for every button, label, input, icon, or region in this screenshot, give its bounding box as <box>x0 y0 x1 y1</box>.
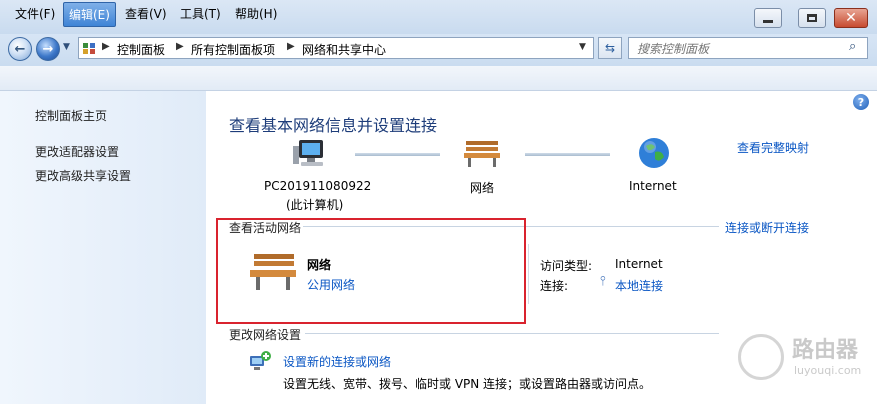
breadcrumb-all-items[interactable]: 所有控制面板项 <box>191 41 275 58</box>
breadcrumb-control-panel[interactable]: 控制面板 <box>117 41 165 58</box>
help-icon[interactable]: ? <box>853 94 869 110</box>
address-dropdown-icon[interactable]: ▼ <box>579 42 586 52</box>
search-icon[interactable]: ⌕ <box>849 39 856 54</box>
refresh-button[interactable]: ⇆ <box>598 37 622 59</box>
highlight-box <box>216 218 526 324</box>
breadcrumb-separator-icon: ▶ <box>102 41 110 52</box>
watermark-site: luyouqi.com <box>794 364 862 377</box>
address-bar[interactable]: ▶ 控制面板 ▶ 所有控制面板项 ▶ 网络和共享中心 ▼ <box>78 37 594 59</box>
network-bench-icon[interactable] <box>463 138 501 168</box>
back-button[interactable]: ← <box>8 37 32 61</box>
search-input[interactable] <box>635 40 839 58</box>
watermark-brand: 路由器 <box>792 338 859 363</box>
computer-note: (此计算机) <box>286 198 344 212</box>
close-icon: ✕ <box>845 10 857 26</box>
breadcrumb-network-center[interactable]: 网络和共享中心 <box>302 41 386 58</box>
map-internet-label: Internet <box>629 179 677 193</box>
local-connection-link[interactable]: 本地连接 <box>615 277 663 294</box>
setup-description: 设置无线、宽带、拨号、临时或 VPN 连接；或设置路由器或访问点。 <box>283 377 652 391</box>
maximize-icon <box>807 14 817 22</box>
left-navigation-pane <box>0 91 206 404</box>
view-full-map-link[interactable]: 查看完整映射 <box>737 139 809 156</box>
section-divider <box>305 333 719 334</box>
menu-edit[interactable]: 编辑(E) <box>63 2 116 27</box>
map-network-label: 网络 <box>470 181 495 195</box>
map-connection-line <box>525 153 610 156</box>
forward-arrow-icon: → <box>42 41 54 57</box>
refresh-icon: ⇆ <box>604 41 616 55</box>
history-dropdown-icon[interactable]: ▼ <box>63 42 70 52</box>
back-arrow-icon: ← <box>14 41 26 57</box>
sidebar-item-adapter-settings[interactable]: 更改适配器设置 <box>35 143 119 160</box>
minimize-icon <box>763 19 773 23</box>
search-box[interactable]: ⌕ <box>628 37 868 59</box>
watermark: 路由器 luyouqi.com <box>738 330 868 386</box>
close-button[interactable]: ✕ <box>834 8 868 28</box>
control-panel-icon <box>82 41 96 55</box>
vertical-divider <box>528 244 529 304</box>
connect-disconnect-link[interactable]: 连接或断开连接 <box>725 219 809 236</box>
ethernet-icon: ⫯ <box>600 274 606 289</box>
router-logo-icon <box>738 334 784 380</box>
menu-help[interactable]: 帮助(H) <box>235 5 277 22</box>
setup-new-connection-link[interactable]: 设置新的连接或网络 <box>283 353 391 370</box>
forward-button[interactable]: → <box>36 37 60 61</box>
access-type-value: Internet <box>615 257 663 271</box>
menu-tools[interactable]: 工具(T) <box>180 5 221 22</box>
internet-globe-icon[interactable] <box>638 137 670 169</box>
connection-label: 连接: <box>540 279 569 293</box>
new-connection-icon <box>248 350 272 374</box>
page-title: 查看基本网络信息并设置连接 <box>229 116 438 135</box>
change-settings-heading: 更改网络设置 <box>229 328 302 342</box>
menu-view[interactable]: 查看(V) <box>125 5 167 22</box>
breadcrumb-separator-icon: ▶ <box>176 41 184 52</box>
sidebar-item-control-panel-home[interactable]: 控制面板主页 <box>35 107 107 124</box>
maximize-button[interactable] <box>798 8 826 28</box>
map-connection-line <box>355 153 440 156</box>
breadcrumb-separator-icon: ▶ <box>287 41 295 52</box>
menu-file[interactable]: 文件(F) <box>15 5 55 22</box>
menu-bar <box>0 66 877 91</box>
access-type-label: 访问类型: <box>540 259 593 273</box>
computer-icon[interactable] <box>293 138 331 170</box>
sidebar-item-advanced-sharing[interactable]: 更改高级共享设置 <box>35 167 131 184</box>
computer-name: PC201911080922 <box>264 179 372 193</box>
minimize-button[interactable] <box>754 8 782 28</box>
